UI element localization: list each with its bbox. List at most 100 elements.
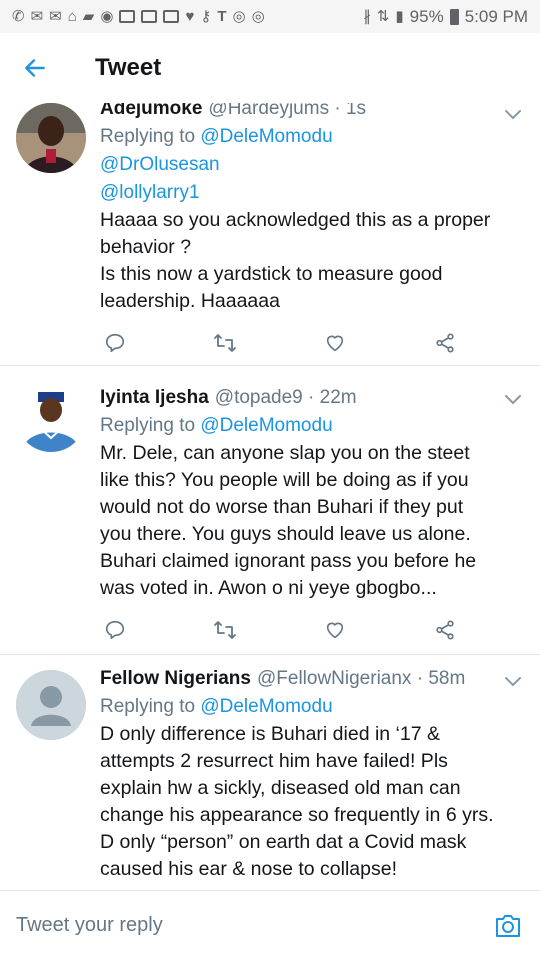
heart-icon bbox=[326, 622, 344, 639]
retweet-icon bbox=[214, 621, 236, 639]
reply-composer[interactable]: Tweet your reply bbox=[0, 890, 540, 960]
battery-percent: 95% bbox=[409, 6, 444, 26]
tweet-text: D only difference is Buhari died in ‘17 … bbox=[100, 721, 525, 883]
news-icon bbox=[141, 10, 158, 23]
tweet-text-line: Buhari claimed ignorant pass you before … bbox=[100, 550, 477, 572]
instagram-icon: ◎ bbox=[232, 8, 246, 25]
bluetooth-icon: ∦ bbox=[363, 8, 371, 25]
twitter-icon: ♥ bbox=[185, 8, 195, 25]
tweet-text-line: D only “person” on earth dat a Covid mas… bbox=[100, 831, 467, 853]
avatar-photo bbox=[16, 382, 86, 452]
tweet-actions bbox=[100, 328, 460, 358]
reply-input[interactable]: Tweet your reply bbox=[16, 914, 163, 937]
tweet-text-line: D only difference is Buhari died in ‘17 … bbox=[100, 723, 441, 745]
tweet-item[interactable]: Iyinta Ijesha @topade9 · 22m Replying to… bbox=[0, 366, 540, 654]
battery-icon bbox=[449, 8, 459, 25]
tweet-actions bbox=[100, 615, 460, 645]
display-name[interactable]: Adejumoke bbox=[100, 103, 202, 123]
back-arrow-icon bbox=[25, 59, 45, 77]
tweet-text-line: explain hw a sickly, diseased old man ca… bbox=[100, 777, 461, 799]
page-title: Tweet bbox=[95, 54, 162, 81]
replying-prefix: Replying to bbox=[100, 415, 196, 436]
replying-prefix: Replying to bbox=[100, 696, 196, 717]
back-button[interactable] bbox=[0, 33, 70, 103]
tweet-item[interactable]: Fellow Nigerians @FellowNigerianx · 58m … bbox=[0, 655, 540, 890]
top-app-bar: Tweet bbox=[0, 33, 540, 103]
reply-icon bbox=[105, 333, 125, 353]
gallery-icon bbox=[119, 10, 136, 23]
tweet-body: Fellow Nigerians @FellowNigerianx · 58m … bbox=[100, 665, 525, 883]
status-bar: ✆ ✉ ✉ ⌂ ▰ ◉ ♥ ⚷ T ◎ ◎ ∦ ⇅ ▮ 95% 5:09 PM bbox=[0, 0, 540, 33]
share-button[interactable] bbox=[430, 615, 460, 645]
replying-to: Replying to @DeleMomodu bbox=[100, 412, 525, 440]
avatar[interactable] bbox=[16, 670, 86, 740]
tweet-text-line: Haaaa so you acknowledged this as a prop… bbox=[100, 209, 491, 231]
tweet-text-line: caused his ear & nose to collapse! bbox=[100, 858, 398, 880]
display-name[interactable]: Iyinta Ijesha bbox=[100, 384, 209, 412]
share-button[interactable] bbox=[430, 328, 460, 358]
share-icon bbox=[436, 620, 454, 640]
replying-prefix: Replying to bbox=[100, 126, 196, 147]
tweet-text-line: leadership. Haaaaaa bbox=[100, 290, 280, 312]
avatar-photo bbox=[16, 103, 86, 173]
tweet-header: Adejumoke @Hardeyjums · 1s bbox=[100, 103, 525, 123]
reply-button[interactable] bbox=[100, 328, 130, 358]
camera-icon bbox=[496, 914, 520, 937]
key-icon: ⚷ bbox=[200, 8, 212, 25]
mention-link[interactable]: @DeleMomodu bbox=[200, 415, 332, 436]
like-button[interactable] bbox=[320, 328, 350, 358]
instagram-icon: ◎ bbox=[251, 8, 265, 25]
handle-and-time: @topade9 · 22m bbox=[214, 387, 357, 408]
retweet-icon bbox=[214, 334, 236, 352]
tweet-text-line: you there. You guys should leave us alon… bbox=[100, 523, 471, 545]
system-icons: ∦ ⇅ ▮ 95% 5:09 PM bbox=[363, 7, 528, 27]
tweet-body: Adejumoke @Hardeyjums · 1s Replying to @… bbox=[100, 103, 525, 315]
mention-link[interactable]: @DrOlusesan bbox=[100, 151, 525, 179]
tweet-text-line: like this? You people will be doing as i… bbox=[100, 469, 469, 491]
tweet-text: Mr. Dele, can anyone slap you on the ste… bbox=[100, 440, 525, 602]
tweet-text-line: Is this now a yardstick to measure good bbox=[100, 263, 443, 285]
tweet-text-line: Mr. Dele, can anyone slap you on the ste… bbox=[100, 442, 470, 464]
replying-to: Replying to @DeleMomodu bbox=[100, 693, 525, 721]
share-icon bbox=[436, 333, 454, 353]
retweet-button[interactable] bbox=[210, 328, 240, 358]
retweet-button[interactable] bbox=[210, 615, 240, 645]
reply-icon bbox=[105, 620, 125, 640]
notification-icons: ✆ ✉ ✉ ⌂ ▰ ◉ ♥ ⚷ T ◎ ◎ bbox=[12, 9, 265, 24]
phone-icon: ✆ bbox=[12, 8, 25, 25]
heart-icon bbox=[326, 335, 344, 352]
voicemail-icon: ⌂ bbox=[67, 8, 77, 25]
reply-feed[interactable]: Adejumoke @Hardeyjums · 1s Replying to @… bbox=[0, 103, 540, 890]
replying-to: Replying to @DeleMomodu bbox=[100, 123, 525, 151]
mention-link[interactable]: @lollylarry1 bbox=[100, 179, 525, 207]
tweet-text-line: change his appearance so frequently in 6… bbox=[100, 804, 494, 826]
tweet-item[interactable]: Adejumoke @Hardeyjums · 1s Replying to @… bbox=[0, 103, 540, 357]
default-avatar-icon bbox=[16, 670, 86, 740]
tweet-text: Haaaa so you acknowledged this as a prop… bbox=[100, 207, 525, 315]
messenger-icon: ◉ bbox=[100, 8, 114, 25]
mention-link[interactable]: @DeleMomodu bbox=[200, 126, 332, 147]
signal-icon: ▮ bbox=[395, 8, 404, 25]
handle-and-time: @Hardeyjums · 1s bbox=[208, 103, 367, 119]
tweet-text-line: would not do worse than Buhari if they p… bbox=[100, 496, 464, 518]
mail-icon: ✉ bbox=[49, 8, 62, 25]
tweet-body: Iyinta Ijesha @topade9 · 22m Replying to… bbox=[100, 384, 525, 602]
clock: 5:09 PM bbox=[464, 6, 528, 26]
handle-and-time: @FellowNigerianx · 58m bbox=[256, 668, 466, 689]
data-icon: ⇅ bbox=[376, 8, 390, 25]
display-name[interactable]: Fellow Nigerians bbox=[100, 665, 251, 693]
tweet-text-line: attempts 2 resurrect him have failed! Pl… bbox=[100, 750, 448, 772]
app-icon bbox=[163, 10, 180, 23]
mention-link[interactable]: @DeleMomodu bbox=[200, 696, 332, 717]
avatar[interactable] bbox=[16, 382, 86, 452]
tweet-header: Fellow Nigerians @FellowNigerianx · 58m bbox=[100, 665, 525, 693]
camera-button[interactable] bbox=[494, 913, 522, 939]
text-icon: T bbox=[217, 8, 227, 25]
like-button[interactable] bbox=[320, 615, 350, 645]
avatar[interactable] bbox=[16, 103, 86, 173]
tweet-text-line: behavior ? bbox=[100, 236, 192, 258]
mail-icon: ✉ bbox=[30, 8, 44, 25]
tweet-text-line: was voted in. Awon o ni yeye gbogbo... bbox=[100, 577, 437, 599]
reply-button[interactable] bbox=[100, 615, 130, 645]
tweet-header: Iyinta Ijesha @topade9 · 22m bbox=[100, 384, 525, 412]
